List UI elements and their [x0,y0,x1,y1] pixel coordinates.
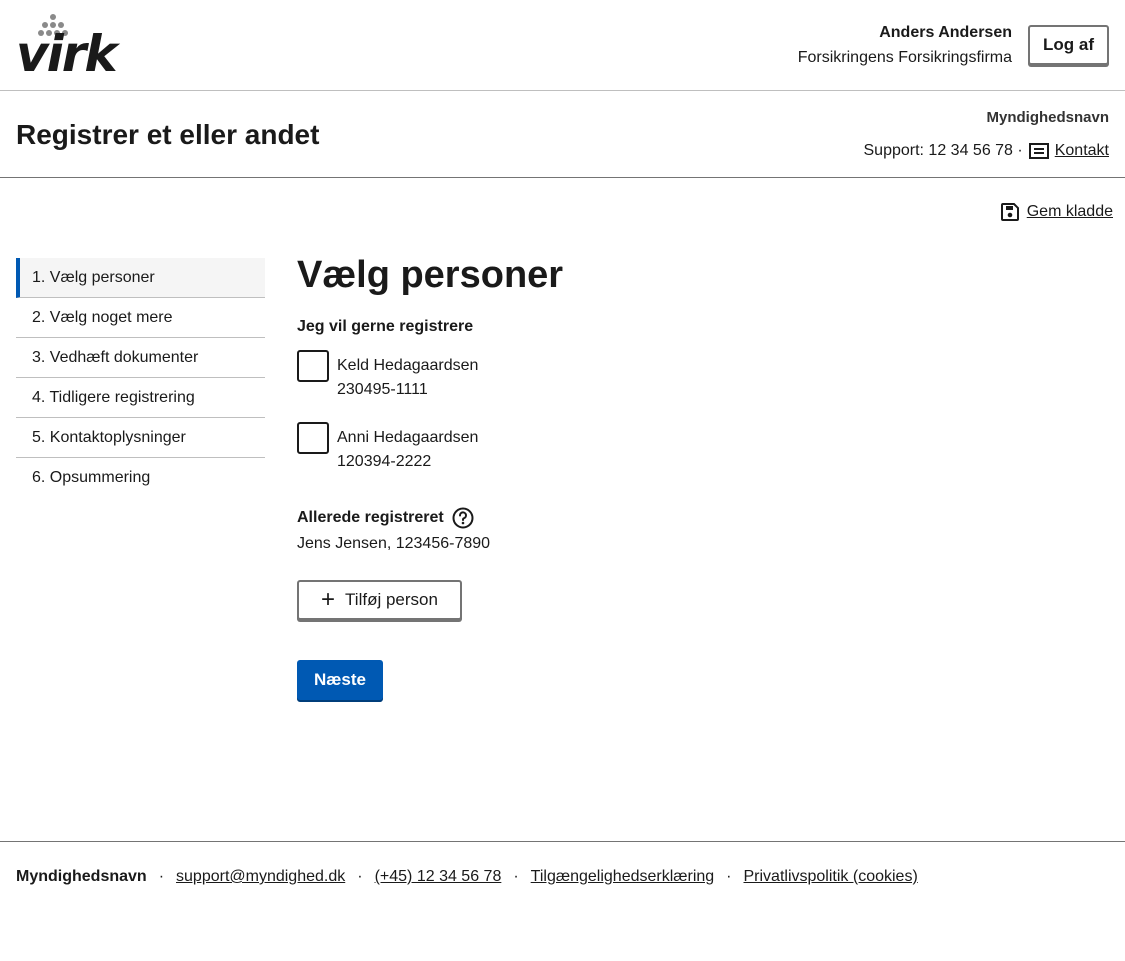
support-phone: Support: 12 34 56 78 · [863,142,1023,159]
fieldset-legend: Jeg vil gerne registrere [297,318,474,335]
save-draft-link[interactable]: Gem kladde [1027,203,1113,221]
logo-wordmark: virk [16,25,118,83]
help-icon[interactable] [452,507,474,529]
main-content: Vælg personer Jeg vil gerne registrere K… [297,250,1097,700]
solution-title: Registrer et eller andet [16,119,320,150]
footer-row: Myndighedsnavn · support@myndighed.dk · … [16,868,918,886]
footer-email-link[interactable]: support@myndighed.dk [176,868,345,886]
menu-item-step-3[interactable]: 3. Vedhæft dokumenter [16,338,265,378]
already-registered: Allerede registreret Jens Jensen, 123456… [297,506,1097,556]
save-icon [1000,203,1019,221]
menu-item-step-4[interactable]: 4. Tidligere registrering [16,378,265,418]
save-draft[interactable]: Gem kladde [1000,203,1113,221]
person-checkbox-list: Keld Hedagaardsen 230495-1111 Anni Hedag… [297,350,1097,494]
footer-phone-link[interactable]: (+45) 12 34 56 78 [375,868,502,886]
message-icon [1028,143,1049,159]
person-label[interactable]: Keld Hedagaardsen 230495-1111 [337,354,478,402]
already-registered-title: Allerede registreret [297,506,1097,530]
virk-logo[interactable]: virk [16,14,118,82]
person-name: Keld Hedagaardsen [337,357,479,374]
menu-item-step-5[interactable]: 5. Kontaktoplysninger [16,418,265,458]
authority-name: Myndighedsnavn [986,109,1109,126]
already-registered-value: Jens Jensen, 123456-7890 [297,535,491,552]
user-company: Forsikringens Forsikringsfirma [797,49,1012,66]
footer: Myndighedsnavn · support@myndighed.dk · … [0,841,1125,961]
menu-item-step-2[interactable]: 2. Vælg noget mere [16,298,265,338]
user-name: Anders Andersen [879,24,1012,41]
footer-privacy-link[interactable]: Privatlivspolitik (cookies) [744,868,918,886]
page-title: Vælg personer [297,254,564,296]
person-label[interactable]: Anni Hedagaardsen 120394-2222 [337,426,478,474]
person-checkbox-keld[interactable] [297,350,329,382]
user-info: Anders Andersen Forsikringens Forsikring… [798,22,1012,69]
already-registered-label: Allerede registreret [297,509,444,526]
person-checkbox-anni[interactable] [297,422,329,454]
portal-header: virk Anders Andersen Forsikringens Forsi… [0,0,1125,91]
add-person-label: Tilføj person [345,590,438,609]
support-line: Support: 12 34 56 78 · Kontakt [863,140,1109,162]
person-cpr: 230495-1111 [337,381,428,398]
person-name: Anni Hedagaardsen [337,429,479,446]
menu-item-step-1[interactable]: 1. Vælg personer [16,258,265,298]
solution-header: Registrer et eller andet Myndighedsnavn … [0,91,1125,178]
person-checkbox-row: Keld Hedagaardsen 230495-1111 [297,350,1097,422]
person-checkbox-row: Anni Hedagaardsen 120394-2222 [297,422,1097,494]
footer-separator: · [513,868,519,885]
step-menu: 1. Vælg personer 2. Vælg noget mere 3. V… [16,258,265,498]
footer-separator: · [158,868,165,885]
footer-separator: · [726,868,732,885]
person-cpr: 120394-2222 [337,453,432,470]
logout-button[interactable]: Log af [1028,25,1109,65]
footer-separator: · [357,868,363,885]
next-button[interactable]: Næste [297,660,383,700]
footer-accessibility-link[interactable]: Tilgængelighedserklæring [531,868,715,886]
footer-authority: Myndighedsnavn [16,868,147,885]
menu-item-step-6[interactable]: 6. Opsummering [16,458,265,498]
contact-link[interactable]: Kontakt [1055,140,1109,162]
add-person-button[interactable]: + Tilføj person [297,580,462,620]
plus-icon: + [321,586,336,613]
